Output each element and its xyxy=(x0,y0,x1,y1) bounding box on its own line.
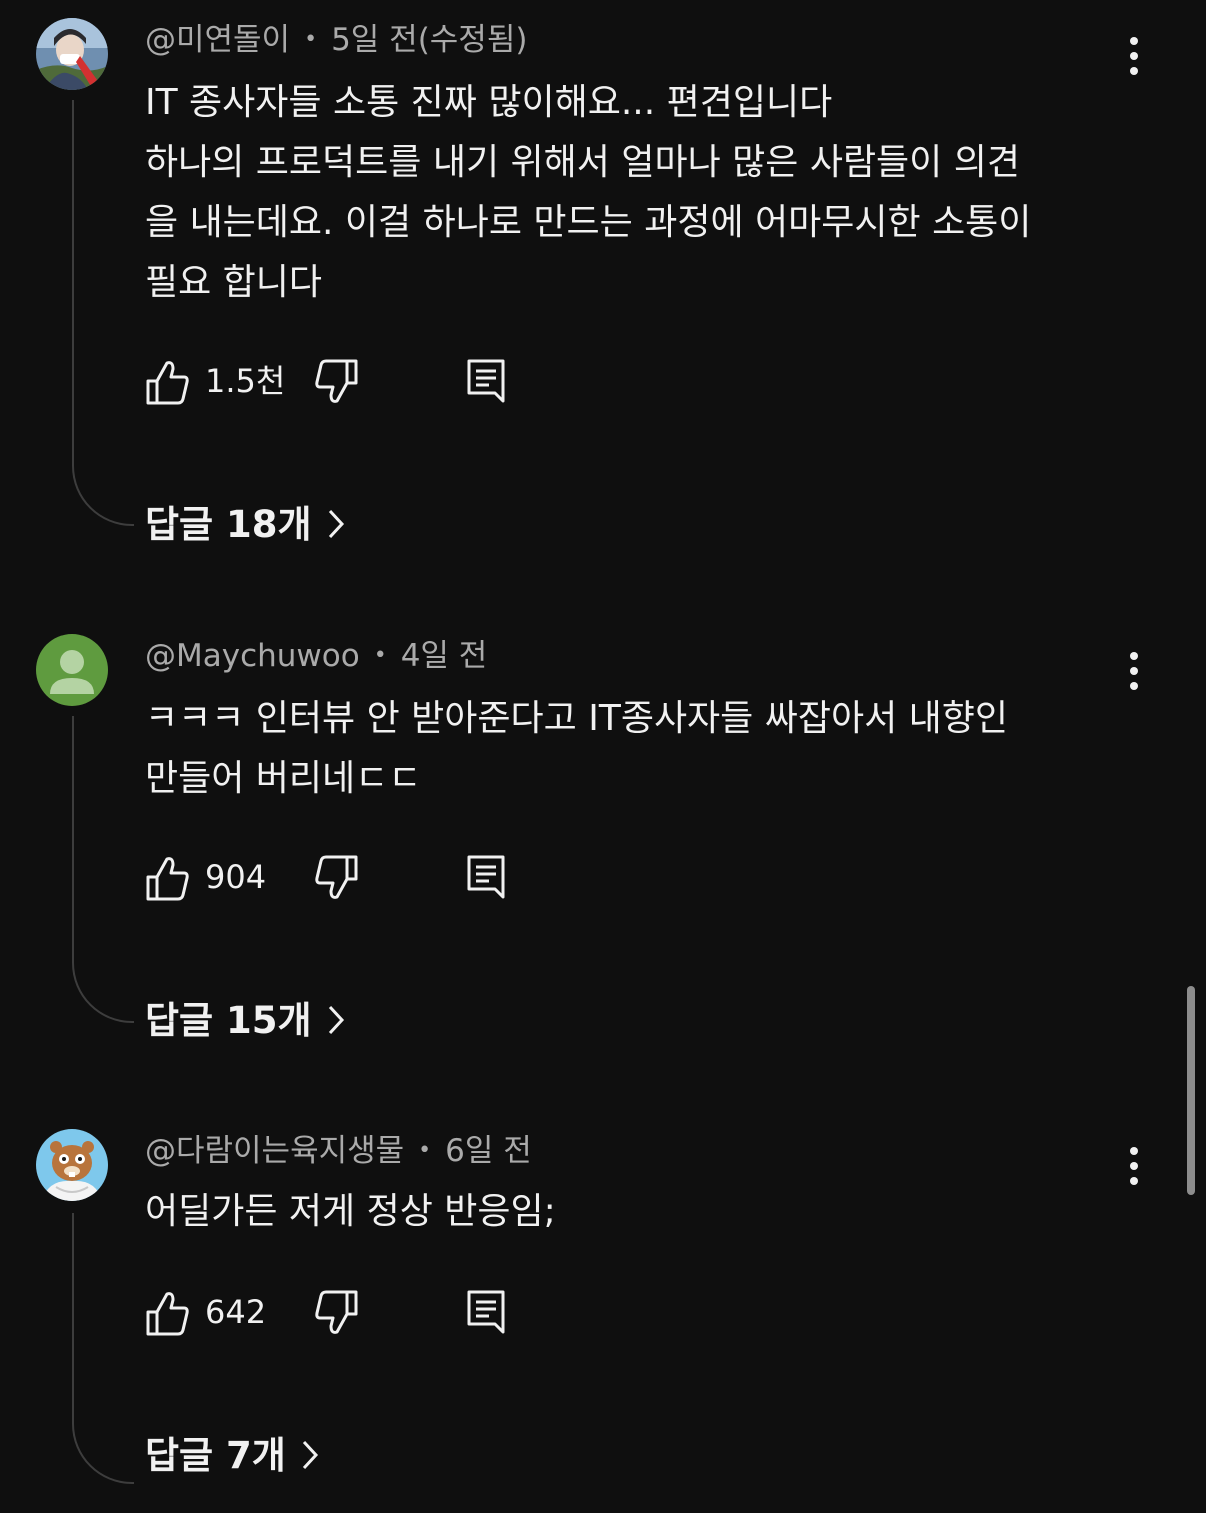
like-count: 904 xyxy=(205,858,267,896)
like-count: 642 xyxy=(205,1293,267,1331)
avatar[interactable] xyxy=(36,634,108,706)
comment-text: 어딜가든 저게 정상 반응임; xyxy=(145,1182,1145,1242)
like-icon xyxy=(146,857,189,901)
avatar[interactable] xyxy=(36,18,108,90)
like-icon xyxy=(146,361,189,405)
comment-time[interactable]: 6일 전 xyxy=(445,1133,532,1169)
separator-dot: • xyxy=(304,27,318,52)
view-replies-button[interactable]: 답글 18개 xyxy=(145,500,346,550)
replies-label: 답글 18개 xyxy=(145,503,312,546)
comment-item: @Maychuwoo • 4일 전 ㅋㅋㅋ 인터뷰 안 받아준다고 IT종사자들 싸… xyxy=(0,634,1206,1054)
view-replies-button[interactable]: 답글 15개 xyxy=(145,996,346,1046)
comment-actions: 1.5천 xyxy=(145,357,525,407)
comment-line: 을 내는데요. 이걸 하나로 만드는 과정에 어마무시한 소통이 xyxy=(145,202,1032,243)
dislike-button[interactable] xyxy=(313,357,359,407)
comment-header: @미연돌이 • 5일 전(수정됨) xyxy=(145,20,527,60)
author-name[interactable]: @미연돌이 xyxy=(145,22,290,58)
author-name[interactable]: @다람이는육지생물 xyxy=(145,1133,404,1169)
comment-header: @Maychuwoo • 4일 전 xyxy=(145,636,487,676)
dislike-button[interactable] xyxy=(313,1288,359,1338)
chevron-right-icon xyxy=(328,509,344,539)
like-button[interactable]: 904 xyxy=(145,853,295,903)
chevron-right-icon xyxy=(302,1440,318,1470)
comment-line: 필요 합니다 xyxy=(145,262,323,303)
reply-button[interactable] xyxy=(465,853,511,903)
reply-icon xyxy=(467,855,505,899)
author-name[interactable]: @Maychuwoo xyxy=(145,638,360,674)
dislike-button[interactable] xyxy=(313,853,359,903)
comment-actions: 642 xyxy=(145,1288,525,1338)
separator-dot: • xyxy=(373,643,387,668)
scrollbar-thumb[interactable] xyxy=(1187,986,1195,1195)
like-button[interactable]: 642 xyxy=(145,1288,295,1338)
like-button[interactable]: 1.5천 xyxy=(145,357,295,407)
comment-line: 하나의 프로덕트를 내기 위해서 얼마나 많은 사람들이 의견 xyxy=(145,142,1020,183)
separator-dot: • xyxy=(418,1138,432,1163)
view-replies-button[interactable]: 답글 7개 xyxy=(145,1431,320,1481)
comment-header: @다람이는육지생물 • 6일 전 xyxy=(145,1131,532,1171)
reply-button[interactable] xyxy=(465,1288,511,1338)
comment-item: @미연돌이 • 5일 전(수정됨) IT 종사자들 소통 진짜 많이해요... 편견… xyxy=(0,18,1206,558)
replies-label: 답글 15개 xyxy=(145,999,312,1042)
like-icon xyxy=(146,1292,189,1336)
chevron-right-icon xyxy=(328,1005,344,1035)
default-avatar-icon xyxy=(36,634,108,706)
dislike-icon xyxy=(315,359,358,403)
avatar[interactable] xyxy=(36,1129,108,1201)
dislike-icon xyxy=(315,1290,358,1334)
reply-icon xyxy=(467,359,505,403)
reply-button[interactable] xyxy=(465,357,511,407)
comment-line: IT 종사자들 소통 진짜 많이해요... 편견입니다 xyxy=(145,82,833,123)
replies-label: 답글 7개 xyxy=(145,1434,286,1477)
comment-line: 만들어 버리네ㄷㄷ xyxy=(145,758,422,799)
thread-line xyxy=(72,100,134,526)
comment-text: IT 종사자들 소통 진짜 많이해요... 편견입니다 하나의 프로덕트를 내기… xyxy=(145,73,1145,313)
reply-icon xyxy=(467,1290,505,1334)
dislike-icon xyxy=(315,855,358,899)
like-count: 1.5천 xyxy=(205,362,286,400)
comment-time[interactable]: 5일 전(수정됨) xyxy=(331,22,527,58)
comment-item: @다람이는육지생물 • 6일 전 어딜가든 저게 정상 반응임; 642 답글 … xyxy=(0,1129,1206,1499)
thread-line xyxy=(72,716,134,1023)
comment-actions: 904 xyxy=(145,853,525,903)
thread-line xyxy=(72,1213,134,1484)
comment-text: ㅋㅋㅋ 인터뷰 안 받아준다고 IT종사자들 싸잡아서 내향인 만들어 버리네ㄷ… xyxy=(145,689,1145,809)
comment-time[interactable]: 4일 전 xyxy=(401,638,488,674)
comment-line: ㅋㅋㅋ 인터뷰 안 받아준다고 IT종사자들 싸잡아서 내향인 xyxy=(145,698,1009,739)
comment-line: 어딜가든 저게 정상 반응임; xyxy=(145,1191,556,1232)
